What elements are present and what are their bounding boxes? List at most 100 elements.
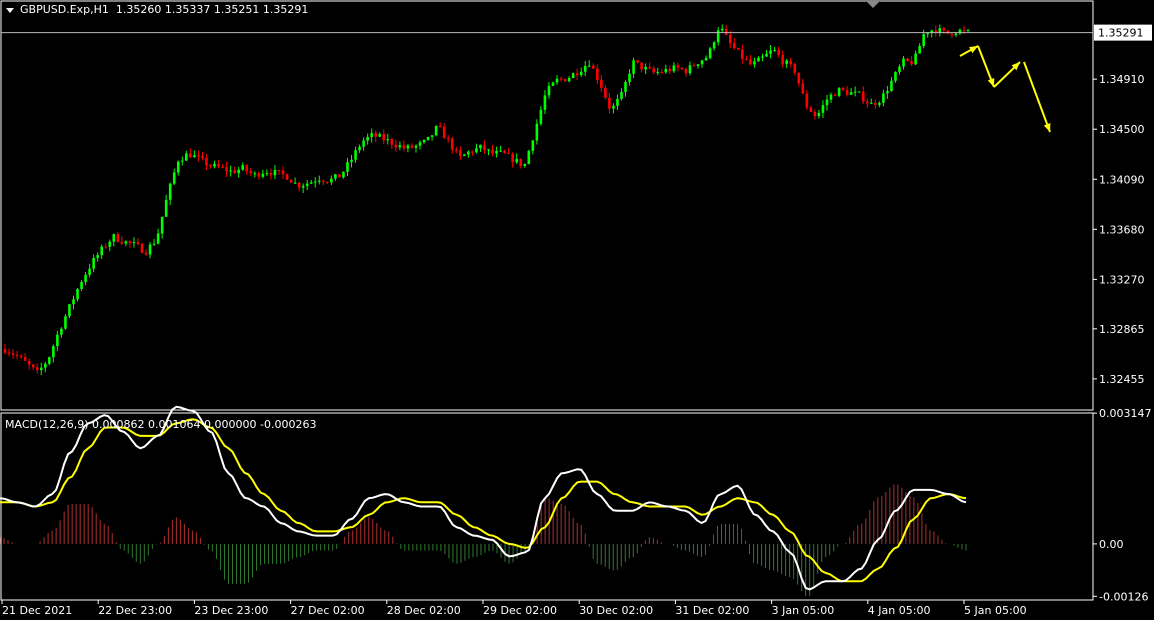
bull-candle [898, 66, 901, 73]
bull-candle [112, 234, 116, 242]
bull-candle [547, 85, 551, 96]
bull-candle [398, 145, 402, 148]
bear-candle [281, 170, 285, 175]
bear-candle [797, 72, 801, 84]
bear-candle [636, 60, 639, 63]
bull-candle [515, 158, 519, 163]
bull-candle [172, 172, 176, 184]
bull-candle [152, 243, 156, 245]
bear-candle [596, 68, 599, 80]
bear-candle [382, 134, 386, 141]
bull-candle [853, 91, 857, 93]
bull-candle [551, 82, 555, 86]
bull-candle [664, 68, 668, 73]
bear-candle [257, 173, 261, 177]
chart-canvas[interactable]: 1.35291 1.34910 1.34500 1.34090 1.33680 1.33… [0, 0, 1154, 620]
bull-candle [76, 288, 79, 300]
bull-candle [60, 328, 63, 335]
bear-candle [777, 50, 780, 55]
bull-candle [156, 233, 160, 244]
bull-candle [882, 93, 885, 103]
bull-candle [386, 139, 390, 141]
bull-candle [821, 105, 825, 113]
bull-candle [313, 181, 317, 183]
low-value: 1.35251 [213, 3, 260, 16]
bull-candle [696, 64, 700, 66]
bear-candle [676, 65, 680, 68]
bull-candle [672, 65, 676, 72]
bull-candle [52, 346, 55, 358]
bull-candle [620, 91, 623, 99]
bull-candle [334, 174, 337, 179]
time-tick-label: 22 Dec 23:00 [98, 604, 172, 617]
price-tick-label: 1.33270 [1099, 273, 1145, 286]
bull-candle [180, 160, 184, 162]
bull-candle [108, 241, 112, 247]
bull-candle [317, 180, 321, 182]
bear-candle [483, 144, 486, 151]
bull-candle [92, 258, 95, 269]
bear-candle [390, 139, 394, 145]
bear-candle [23, 356, 27, 361]
bear-candle [197, 155, 200, 157]
bull-candle [857, 91, 861, 93]
bear-candle [189, 153, 192, 158]
bull-candle [765, 53, 768, 57]
bull-candle [527, 150, 531, 165]
price-pane-border [0, 0, 1094, 411]
time-tick-label: 27 Dec 02:00 [291, 604, 365, 617]
bear-candle [813, 111, 817, 117]
bear-candle [962, 29, 966, 31]
bear-candle [27, 360, 31, 365]
bull-candle [475, 148, 478, 153]
bull-candle [644, 66, 647, 70]
bear-candle [833, 94, 837, 96]
bull-candle [72, 299, 75, 305]
bull-candle [88, 268, 91, 275]
bear-candle [209, 165, 212, 167]
bull-candle [656, 71, 660, 73]
bear-candle [3, 348, 7, 353]
bull-candle [938, 28, 942, 33]
bull-candle [358, 146, 361, 151]
bear-candle [128, 241, 132, 243]
bear-candle [519, 158, 523, 166]
bull-candle [579, 71, 583, 76]
time-tick-label: 21 Dec 2021 [2, 604, 72, 617]
bear-candle [591, 65, 595, 69]
bull-candle [616, 98, 619, 106]
bear-candle [648, 66, 651, 69]
bull-candle [168, 183, 172, 200]
macd-main-value: 0.000862 [92, 418, 145, 431]
price-tick-label: 1.34500 [1099, 123, 1145, 136]
bear-candle [640, 62, 643, 70]
bull-candle [434, 126, 438, 136]
macd-main-line [0, 405, 967, 591]
bull-candle [309, 182, 313, 184]
current-price-label: 1.35291 [1098, 27, 1144, 40]
bull-candle [628, 73, 631, 83]
chevron-down-icon[interactable] [6, 7, 14, 13]
bear-candle [120, 241, 124, 244]
bear-candle [289, 179, 293, 183]
bull-candle [213, 163, 216, 167]
bull-candle [869, 102, 873, 104]
bull-candle [261, 173, 265, 177]
bull-candle [523, 164, 527, 166]
bull-candle [301, 185, 305, 188]
bear-candle [454, 149, 458, 151]
price-tick-label: 1.32865 [1099, 323, 1145, 336]
bear-candle [801, 83, 805, 94]
chart-frame [0, 0, 1094, 601]
time-tick-label: 29 Dec 02:00 [483, 604, 557, 617]
macd-header: MACD(12,26,9) 0.000862 0.001064 0.000000… [5, 418, 317, 431]
bull-candle [43, 363, 47, 368]
bull-candle [761, 56, 764, 58]
bear-candle [201, 156, 204, 158]
bear-candle [781, 54, 784, 64]
bull-candle [571, 73, 575, 79]
bull-candle [370, 133, 373, 138]
bull-candle [712, 42, 716, 49]
bull-candle [708, 48, 712, 58]
bull-candle [587, 65, 591, 67]
